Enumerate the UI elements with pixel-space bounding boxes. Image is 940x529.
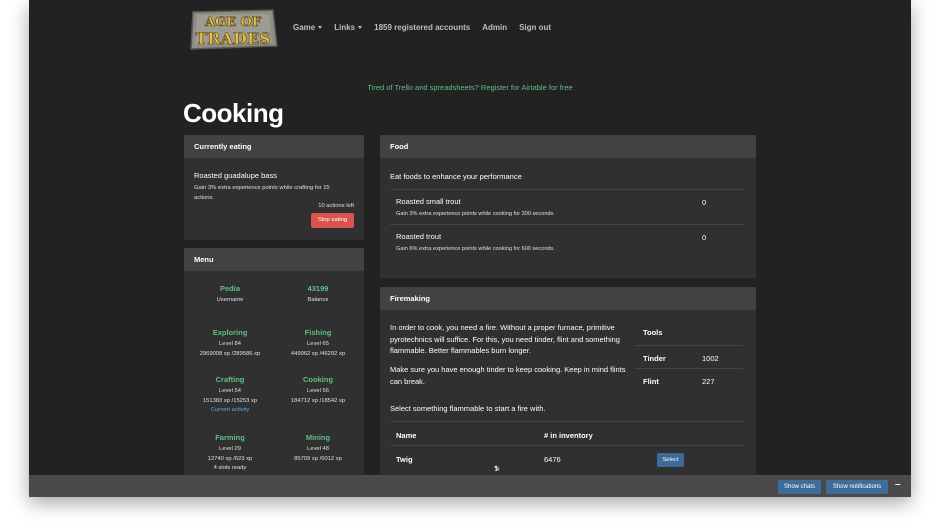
logo-text-bottom: TRADES (195, 29, 270, 48)
eating-food-desc: Gain 3% extra experience points while cr… (194, 185, 330, 201)
panel-title: Food (380, 135, 756, 158)
table-row: Twig 1 ✎ 6476 (390, 446, 744, 474)
chevron-down-icon (358, 26, 363, 30)
xp-text: 449962 xp /46292 xp (290, 350, 346, 357)
ad-banner-link[interactable]: Tired of Trello and spreadsheets? Regist… (29, 83, 911, 92)
xp-text: 151383 xp /15253 xp (202, 397, 258, 404)
minimize-icon[interactable]: – (895, 479, 901, 490)
menu-cell-sub: Level 29 12740 xp /623 xp 4 slots ready (185, 445, 275, 474)
level-text: Level 56 (307, 388, 329, 394)
app-window: AGE OF TRADES Game Links 1859 registered… (29, 0, 911, 497)
menu-cell-sub: Level 54 151383 xp /15253 xp Current activ… (185, 387, 275, 416)
level-text: Level 84 (219, 341, 241, 347)
level-text: Level 54 (219, 388, 241, 394)
menu-cell-cooking[interactable]: Cooking Level 56 184712 xp /18542 xp (273, 375, 363, 406)
pencil-icon[interactable]: ✎ (494, 464, 500, 473)
nav-signout[interactable]: Sign out (519, 23, 551, 32)
food-item-desc: Gain 3% extra experience points while co… (396, 211, 555, 217)
col-inventory: # in inventory (544, 431, 593, 440)
show-notifications-button[interactable]: Show notifications (826, 480, 888, 494)
menu-cell-sub: Balance (307, 297, 329, 303)
flammables-table-header: Name # in inventory (390, 421, 744, 446)
menu-cell-exploring[interactable]: Exploring Level 84 2969008 xp /289586 xp (185, 328, 275, 359)
menu-cell-title: 43199 (307, 284, 329, 293)
menu-cell-username[interactable]: Pedia Username (185, 284, 275, 306)
nav-links[interactable]: Links (334, 23, 363, 32)
flammable-count: 6476 (544, 455, 561, 464)
menu-cell-crafting[interactable]: Crafting Level 54 151383 xp /15253 xp Curr… (185, 375, 275, 416)
menu-cell-sub: Username (216, 297, 244, 303)
menu-cell-sub: Level 65 449962 xp /46292 xp (273, 340, 363, 359)
tool-name: Flint (643, 377, 659, 386)
food-item-qty: 0 (702, 198, 707, 207)
menu-cell-title: Cooking (303, 375, 333, 384)
tool-value: 1002 (702, 354, 719, 363)
menu-cell-balance[interactable]: 43199 Balance (273, 284, 363, 306)
menu-cell-mining[interactable]: Mining Level 48 85709 xp /6012 xp (273, 433, 363, 464)
bottom-bar: Show chats Show notifications – (29, 475, 911, 497)
nav-admin[interactable]: Admin (482, 23, 507, 32)
menu-cell-title: Pedia (219, 284, 240, 293)
flammable-name: Twig (396, 455, 413, 464)
col-name: Name (396, 431, 417, 440)
menu-panel: Menu Pedia Username 43199 Balance Explor… (184, 248, 364, 488)
chevron-down-icon (318, 26, 323, 30)
tool-value: 227 (702, 377, 715, 386)
nav-game[interactable]: Game (293, 23, 323, 32)
food-panel: Food Eat foods to enhance your performan… (380, 135, 756, 278)
menu-cell-sub: Level 48 85709 xp /6012 xp (273, 445, 363, 464)
tools-row: Flint 227 (635, 369, 743, 392)
tools-table: Tools Tinder 1002 Flint 227 (635, 319, 743, 392)
nav-game-label: Game (293, 23, 316, 32)
currently-eating-panel: Currently eating Roasted guadalupe bass … (184, 135, 364, 240)
actions-left: 10 actions left (318, 203, 354, 209)
show-chats-button[interactable]: Show chats (778, 480, 821, 494)
slots-ready-text: 4 slots ready (213, 465, 247, 471)
xp-text: 2969008 xp /289586 xp (199, 350, 261, 357)
menu-cell-sub: Level 84 2969008 xp /289586 xp (185, 340, 275, 359)
firemaking-select-text: Select something flammable to start a fi… (390, 404, 546, 413)
level-text: Level 48 (307, 446, 329, 452)
nav-links-label: Links (334, 23, 356, 32)
menu-cell-title: Farming (215, 433, 245, 442)
tools-row: Tinder 1002 (635, 346, 743, 369)
stop-eating-button[interactable]: Stop eating (311, 213, 354, 228)
food-item-name: Roasted trout (396, 232, 442, 241)
page-title: Cooking (183, 98, 284, 128)
eating-food-name: Roasted guadalupe bass (194, 171, 277, 180)
tool-name: Tinder (643, 354, 666, 363)
firemaking-tip: Make sure you have enough tinder to keep… (390, 365, 626, 386)
food-item-name: Roasted small trout (396, 197, 461, 206)
panel-title: Menu (184, 248, 364, 271)
food-item-qty: 0 (702, 233, 707, 242)
menu-cell-title: Crafting (215, 375, 245, 384)
logo-text-top: AGE OF (204, 15, 262, 30)
panel-title: Currently eating (184, 135, 364, 158)
food-item[interactable]: Roasted trout Gain 6% extra experience p… (390, 224, 744, 259)
firemaking-panel: Firemaking In order to cook, you need a … (380, 287, 756, 487)
menu-cell-title: Fishing (304, 328, 332, 337)
level-text: Level 65 (307, 341, 329, 347)
select-flammable-button[interactable]: Select (657, 453, 684, 467)
top-nav: Game Links 1859 registered accounts Admi… (293, 23, 551, 32)
menu-cell-title: Mining (305, 433, 331, 442)
tools-header: Tools (635, 319, 743, 346)
level-text: Level 29 (219, 446, 241, 452)
food-item[interactable]: Roasted small trout Gain 3% extra experi… (390, 189, 744, 224)
food-item-desc: Gain 6% extra experience points while co… (396, 246, 555, 252)
xp-text: 184712 xp /18542 xp (290, 397, 346, 404)
xp-text: 85709 xp /6012 xp (294, 455, 342, 462)
menu-cell-title: Exploring (212, 328, 248, 337)
age-of-trades-logo[interactable]: AGE OF TRADES (187, 6, 279, 52)
menu-cell-farming[interactable]: Farming Level 29 12740 xp /623 xp 4 slots … (185, 433, 275, 474)
nav-accounts[interactable]: 1859 registered accounts (374, 23, 470, 32)
food-intro: Eat foods to enhance your performance (390, 172, 522, 181)
firemaking-intro: In order to cook, you need a fire. Witho… (390, 323, 620, 355)
xp-text: 12740 xp /623 xp (207, 455, 253, 462)
panel-title: Firemaking (380, 287, 756, 310)
current-activity-link[interactable]: Current activity (211, 407, 250, 413)
menu-cell-fishing[interactable]: Fishing Level 65 449962 xp /46292 xp (273, 328, 363, 359)
menu-cell-sub: Level 56 184712 xp /18542 xp (273, 387, 363, 406)
